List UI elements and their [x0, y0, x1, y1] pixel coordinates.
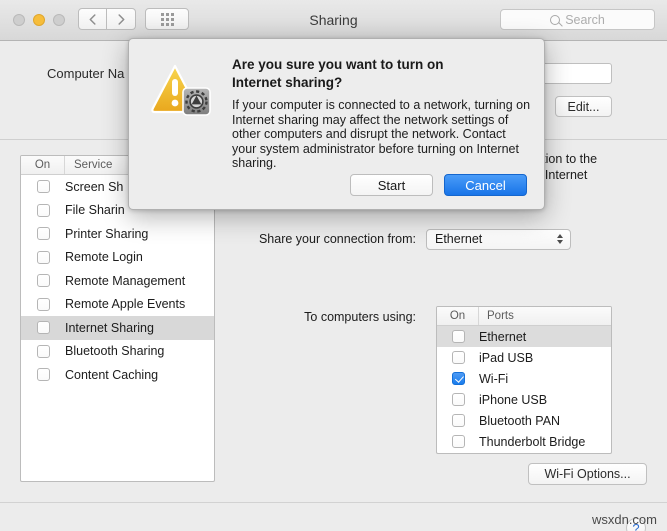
port-checkbox-cell[interactable]	[437, 372, 479, 385]
checkbox-port-ipad-usb[interactable]	[451, 351, 465, 364]
port-checkbox-cell[interactable]	[437, 351, 479, 364]
port-label: Wi-Fi	[479, 371, 509, 386]
checkbox-port-thunderbolt-bridge[interactable]	[451, 435, 465, 448]
edit-button[interactable]: Edit...	[555, 96, 612, 117]
dialog-message-line-1: If your computer is connected to a netwo…	[232, 98, 531, 112]
checkbox-content-caching[interactable]	[36, 368, 50, 382]
ports-header-on: On	[437, 307, 479, 325]
service-checkbox-cell[interactable]	[21, 368, 65, 382]
list-item[interactable]: Ethernet	[437, 326, 611, 347]
search-icon	[550, 14, 561, 25]
dialog-title: Are you sure you want to turn on Interne…	[232, 56, 527, 92]
checkbox-remote-apple-events[interactable]	[36, 297, 50, 311]
checkbox-screen-sharing[interactable]	[36, 180, 50, 194]
port-label: Ethernet	[479, 329, 527, 344]
checkbox-port-iphone-usb[interactable]	[451, 393, 465, 406]
port-label: Thunderbolt Bridge	[479, 434, 586, 449]
ports-table[interactable]: On Ports Ethernet iPad USB Wi-Fi iPhone …	[436, 306, 612, 454]
share-connection-from-row: Share your connection from: Ethernet	[236, 228, 646, 250]
service-label: Printer Sharing	[65, 226, 149, 241]
service-checkbox-cell[interactable]	[21, 297, 65, 311]
checkbox-internet-sharing[interactable]	[36, 321, 50, 335]
checkbox-bluetooth-sharing[interactable]	[36, 344, 50, 358]
bottom-divider	[0, 502, 667, 503]
share-connection-from-label: Share your connection from:	[258, 232, 416, 246]
service-checkbox-cell[interactable]	[21, 203, 65, 217]
cancel-button[interactable]: Cancel	[444, 174, 527, 196]
ports-table-header: On Ports	[437, 307, 611, 326]
wifi-options-button[interactable]: Wi-Fi Options...	[528, 463, 647, 485]
table-row[interactable]: Remote Management	[21, 269, 214, 293]
service-label: Remote Apple Events	[65, 297, 186, 312]
computer-name-label: Computer Na	[47, 66, 125, 81]
list-item[interactable]: iPad USB	[437, 347, 611, 368]
service-checkbox-cell[interactable]	[21, 180, 65, 194]
list-item[interactable]: Wi-Fi	[437, 368, 611, 389]
checkbox-file-sharing[interactable]	[36, 203, 50, 217]
list-item[interactable]: Thunderbolt Bridge	[437, 431, 611, 452]
service-label: Remote Management	[65, 273, 186, 288]
share-connection-from-value: Ethernet	[435, 232, 483, 246]
table-row[interactable]: Printer Sharing	[21, 222, 214, 246]
service-checkbox-cell[interactable]	[21, 274, 65, 288]
checkbox-printer-sharing[interactable]	[36, 227, 50, 241]
services-header-on: On	[21, 156, 65, 174]
service-label: Bluetooth Sharing	[65, 344, 165, 359]
service-label: File Sharin	[65, 203, 125, 218]
warning-triangle-with-gear-badge-icon	[150, 61, 214, 121]
dialog-message-line-5: sharing.	[232, 156, 277, 171]
port-label: iPhone USB	[479, 392, 548, 407]
dialog-message-line-4: your system administrator before turning…	[232, 141, 519, 156]
checkbox-port-bluetooth-pan[interactable]	[451, 414, 465, 427]
dialog-title-line-1: Are you sure you want to turn on	[232, 57, 444, 72]
port-checkbox-cell[interactable]	[437, 393, 479, 406]
service-checkbox-cell[interactable]	[21, 227, 65, 241]
list-item[interactable]: iPhone USB	[437, 389, 611, 410]
checkbox-port-ethernet[interactable]	[451, 330, 465, 343]
dialog-buttons: Start Cancel	[350, 174, 527, 196]
service-label: Remote Login	[65, 250, 143, 265]
service-label: Internet Sharing	[65, 320, 154, 335]
confirmation-dialog: Are you sure you want to turn on Interne…	[128, 38, 545, 210]
port-label: Bluetooth PAN	[479, 413, 561, 428]
table-row[interactable]: Content Caching	[21, 363, 214, 387]
table-row-selected[interactable]: Internet Sharing	[21, 316, 214, 340]
checkbox-port-wifi[interactable]	[451, 372, 465, 385]
port-label: iPad USB	[479, 350, 534, 365]
to-computers-using-label: To computers using:	[304, 310, 416, 324]
service-checkbox-cell[interactable]	[21, 321, 65, 335]
ports-header-ports: Ports	[487, 310, 514, 322]
dialog-message: If your computer is connected to a netwo…	[232, 98, 531, 171]
table-row[interactable]: Remote Login	[21, 246, 214, 270]
table-row[interactable]: Bluetooth Sharing	[21, 340, 214, 364]
sharing-preferences-window: Sharing Search Computer Na Edit... On Se…	[0, 0, 667, 531]
port-checkbox-cell[interactable]	[437, 414, 479, 427]
service-checkbox-cell[interactable]	[21, 344, 65, 358]
service-label: Screen Sh	[65, 179, 124, 194]
service-label: Content Caching	[65, 367, 159, 382]
search-input[interactable]: Search	[500, 9, 655, 30]
services-header-service: Service	[74, 159, 113, 171]
checkbox-remote-management[interactable]	[36, 274, 50, 288]
dialog-message-line-2: Internet sharing may affect the network …	[232, 112, 509, 127]
port-checkbox-cell[interactable]	[437, 330, 479, 343]
window-titlebar: Sharing Search	[0, 0, 667, 41]
watermark: wsxdn.com	[591, 512, 657, 527]
service-checkbox-cell[interactable]	[21, 250, 65, 264]
table-row[interactable]: Remote Apple Events	[21, 293, 214, 317]
start-button[interactable]: Start	[350, 174, 433, 196]
list-item[interactable]: Bluetooth PAN	[437, 410, 611, 431]
dialog-message-line-3: other computers and disrupt the network.…	[232, 127, 506, 142]
search-placeholder: Search	[565, 12, 605, 27]
checkbox-remote-login[interactable]	[36, 250, 50, 264]
share-connection-from-select[interactable]: Ethernet	[426, 228, 571, 250]
port-checkbox-cell[interactable]	[437, 435, 479, 448]
chevron-updown-icon	[557, 234, 563, 244]
dialog-title-line-2: Internet sharing?	[232, 75, 343, 90]
